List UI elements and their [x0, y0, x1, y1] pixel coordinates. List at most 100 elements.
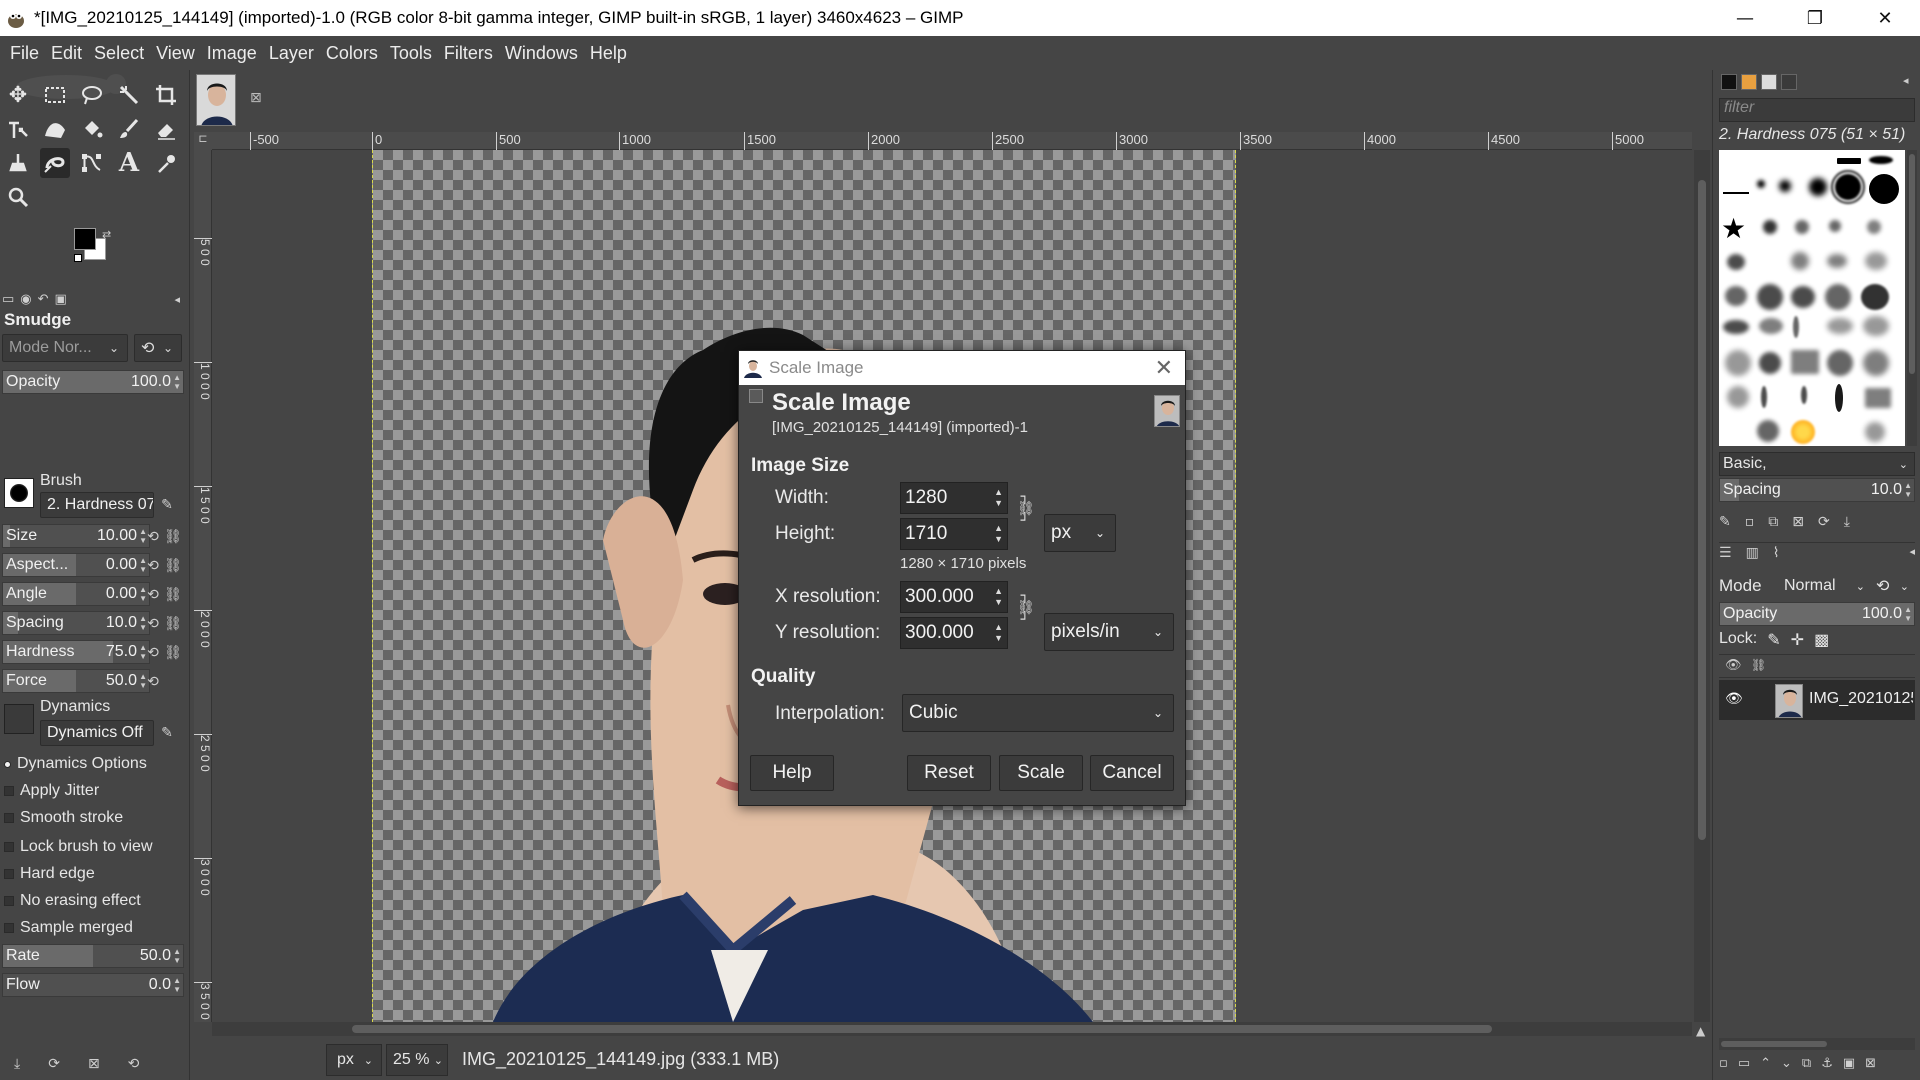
vertical-ruler[interactable]: 5 0 0 1 0 0 0 1 5 0 0 2 0 0 0 2 5 0 0 3 …: [194, 150, 212, 1022]
menu-select[interactable]: Select: [88, 43, 150, 64]
menu-edit[interactable]: Edit: [45, 43, 88, 64]
vertical-scrollbar[interactable]: [1694, 150, 1710, 1022]
edit-brush-icon[interactable]: ✎: [1719, 514, 1731, 534]
spacing-slider[interactable]: Spacing 10.0 ▲ ▼: [2, 611, 150, 635]
horizontal-scrollbar[interactable]: [212, 1022, 1692, 1036]
flow-slider[interactable]: Flow 0.0 ▲ ▼: [2, 973, 184, 997]
warp-transform-tool-icon[interactable]: [40, 114, 70, 144]
color-picker-tool-icon[interactable]: [151, 148, 181, 178]
layer-visibility-icon[interactable]: 👁: [1725, 691, 1743, 707]
text-tool-icon[interactable]: A: [114, 148, 144, 178]
restore-options-icon[interactable]: ⟳: [48, 1056, 60, 1072]
height-input[interactable]: 1710 ▲ ▼: [900, 518, 1008, 550]
lock-pixels-icon[interactable]: ✎: [1767, 630, 1780, 650]
interpolation-select[interactable]: Cubic ⌄: [902, 694, 1174, 732]
hard-edge-checkbox[interactable]: Hard edge: [4, 865, 95, 883]
cancel-button[interactable]: Cancel: [1090, 755, 1174, 791]
brush-preset-select[interactable]: Basic, ⌄: [1719, 452, 1915, 476]
edit-dynamics-icon[interactable]: ✎: [158, 724, 176, 742]
rate-slider[interactable]: Rate 50.0 ▲ ▼: [2, 944, 184, 968]
minimize-button[interactable]: —: [1710, 0, 1780, 36]
menu-colors[interactable]: Colors: [320, 43, 384, 64]
x-resolution-input[interactable]: 300.000 ▲ ▼: [900, 581, 1008, 613]
configure-dock-icon[interactable]: ◂: [1903, 74, 1909, 87]
rect-select-tool-icon[interactable]: [40, 80, 70, 110]
undo-history-tab-icon[interactable]: ↶: [38, 292, 49, 307]
delete-layer-icon[interactable]: ⊠: [1865, 1056, 1876, 1076]
width-input[interactable]: 1280 ▲ ▼: [900, 482, 1008, 514]
fonts-tab-icon[interactable]: [1761, 74, 1777, 90]
brush-grid[interactable]: ★: [1719, 150, 1905, 446]
hardness-slider[interactable]: Hardness 75.0 ▲ ▼: [2, 640, 150, 664]
link-size-icon[interactable]: ⛓: [164, 528, 182, 546]
image-tab-thumbnail[interactable]: [196, 74, 236, 126]
paths-tab-icon[interactable]: ⌇: [1773, 545, 1780, 562]
duplicate-layer-icon[interactable]: ⧉: [1802, 1056, 1811, 1076]
menu-tools[interactable]: Tools: [384, 43, 438, 64]
link-spacing-icon[interactable]: ⛓: [164, 615, 182, 633]
brush-filter-input[interactable]: filter: [1719, 98, 1915, 122]
configure-layers-icon[interactable]: ◂: [1909, 545, 1915, 562]
eraser-tool-icon[interactable]: [151, 114, 181, 144]
resolution-unit-select[interactable]: pixels/in ⌄: [1044, 613, 1174, 651]
menu-help[interactable]: Help: [584, 43, 633, 64]
lock-brush-checkbox[interactable]: Lock brush to view: [4, 838, 153, 856]
link-aspect-icon[interactable]: ⛓: [164, 557, 182, 575]
document-history-tab-icon[interactable]: [1781, 74, 1797, 90]
move-tool-icon[interactable]: ✥: [3, 80, 33, 110]
size-unit-select[interactable]: px ⌄: [1044, 514, 1116, 552]
configure-tab-icon[interactable]: ◂: [174, 293, 180, 306]
dynamics-options-expander[interactable]: Dynamics Options: [4, 755, 147, 773]
dynamics-preview-icon[interactable]: [4, 704, 34, 734]
brush-folder-icon[interactable]: ⤓: [1844, 514, 1850, 534]
duplicate-brush-icon[interactable]: ⧉: [1768, 514, 1778, 534]
menu-image[interactable]: Image: [201, 43, 263, 64]
raise-layer-icon[interactable]: ⌃: [1760, 1056, 1771, 1076]
layer-name[interactable]: IMG_20210125_144149.jpg: [1809, 690, 1913, 708]
new-brush-icon[interactable]: ▫: [1745, 514, 1755, 534]
delete-options-icon[interactable]: ⊠: [88, 1056, 100, 1072]
dialog-close-icon[interactable]: ✕: [1155, 355, 1173, 381]
crop-tool-icon[interactable]: [151, 80, 181, 110]
lock-alpha-icon[interactable]: ▩: [1814, 630, 1829, 650]
patterns-tab-icon[interactable]: [1741, 74, 1757, 90]
menu-view[interactable]: View: [150, 43, 201, 64]
delete-brush-icon[interactable]: ⊠: [1792, 514, 1804, 534]
brush-grid-scrollbar[interactable]: [1907, 150, 1917, 446]
help-button[interactable]: Help: [750, 755, 834, 791]
link-angle-icon[interactable]: ⛓: [164, 586, 182, 604]
apply-jitter-checkbox[interactable]: Apply Jitter: [4, 782, 99, 800]
channels-tab-icon[interactable]: ▥: [1746, 545, 1759, 562]
lasso-tool-icon[interactable]: [77, 80, 107, 110]
no-erasing-checkbox[interactable]: No erasing effect: [4, 892, 141, 910]
unified-transform-tool-icon[interactable]: [3, 114, 33, 144]
close-image-tab-icon[interactable]: ⊠: [250, 90, 262, 106]
paintbrush-tool-icon[interactable]: [114, 114, 144, 144]
layer-mode-select[interactable]: Normal ⌄: [1781, 572, 1871, 600]
mode-reset-select[interactable]: ⟲ ⌄: [134, 334, 182, 362]
size-slider[interactable]: Size 10.00 ▲ ▼: [2, 524, 150, 548]
layer-row[interactable]: 👁 IMG_20210125_144149.jpg: [1719, 680, 1915, 720]
reset-options-icon[interactable]: ⟲: [128, 1056, 140, 1072]
swap-colors-icon[interactable]: ⇄: [102, 228, 111, 241]
fuzzy-select-tool-icon[interactable]: [114, 80, 144, 110]
zoom-tool-icon[interactable]: [3, 182, 33, 212]
new-layer-group-icon[interactable]: ▭: [1738, 1056, 1750, 1076]
refresh-brushes-icon[interactable]: ⟳: [1818, 514, 1830, 534]
reset-button[interactable]: Reset: [907, 755, 991, 791]
dynamics-field[interactable]: Dynamics Off: [40, 720, 154, 746]
opacity-slider[interactable]: Opacity 100.0 ▲ ▼: [2, 370, 184, 394]
scale-button[interactable]: Scale: [999, 755, 1083, 791]
foreground-color-swatch[interactable]: [74, 228, 96, 250]
size-chain-link-icon[interactable]: ┐ ⛓ ┘: [1017, 490, 1035, 528]
restore-button[interactable]: ❐: [1780, 0, 1850, 36]
dialog-titlebar[interactable]: Scale Image ✕: [739, 351, 1185, 385]
resolution-chain-link-icon[interactable]: ┐ ⛓ ┘: [1017, 589, 1035, 627]
brush-name-field[interactable]: 2. Hardness 07: [40, 492, 154, 518]
layers-scrollbar[interactable]: [1719, 1038, 1915, 1050]
layer-opacity-slider[interactable]: Opacity 100.0 ▲ ▼: [1719, 602, 1915, 626]
brush-spacing-slider[interactable]: Spacing 10.0 ▲ ▼: [1719, 478, 1915, 502]
device-status-tab-icon[interactable]: ◉: [20, 292, 31, 307]
edit-brush-icon[interactable]: ✎: [158, 496, 176, 514]
layers-tab-icon[interactable]: ☰: [1719, 545, 1732, 562]
